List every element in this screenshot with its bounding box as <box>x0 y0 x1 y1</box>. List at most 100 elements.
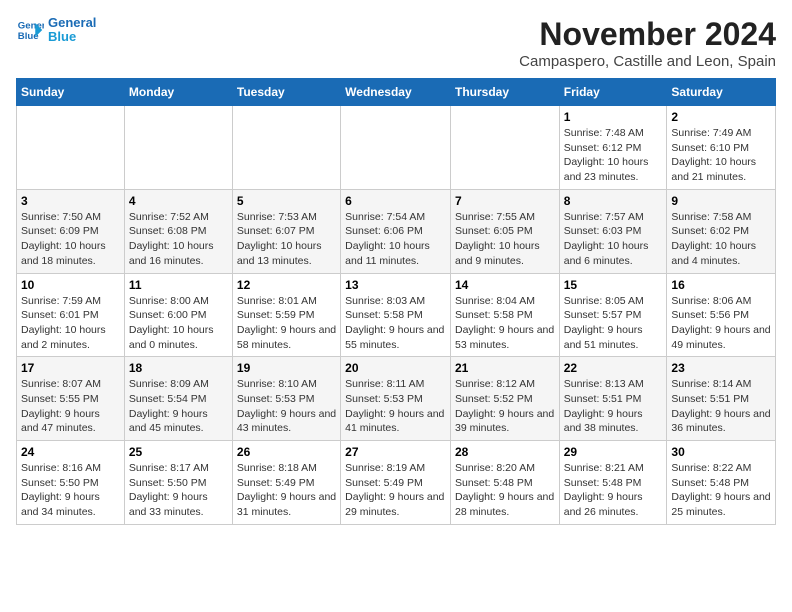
calendar-cell: 24 Sunrise: 8:16 AM Sunset: 5:50 PM Dayli… <box>17 441 125 525</box>
calendar-cell: 10Sunrise: 7:59 AM Sunset: 6:01 PM Dayli… <box>17 273 125 357</box>
day-info: Sunrise: 8:17 AM Sunset: 5:50 PM Dayligh… <box>129 462 209 518</box>
day-number: 2 <box>671 110 771 124</box>
calendar-cell: 9 Sunrise: 7:58 AM Sunset: 6:02 PM Daylig… <box>667 189 776 273</box>
day-info: Sunrise: 8:00 AM Sunset: 6:00 PM Dayligh… <box>129 295 214 351</box>
title-area: November 2024 Campaspero, Castille and L… <box>519 16 776 70</box>
day-info: Sunrise: 7:48 AM Sunset: 6:12 PM Dayligh… <box>564 127 649 183</box>
day-info: Sunrise: 8:06 AM Sunset: 5:56 PM Dayligh… <box>671 295 770 351</box>
calendar-cell: 25Sunrise: 8:17 AM Sunset: 5:50 PM Dayli… <box>124 441 232 525</box>
day-header-wednesday: Wednesday <box>341 79 451 106</box>
day-info: Sunrise: 8:19 AM Sunset: 5:49 PM Dayligh… <box>345 462 444 518</box>
calendar-cell: 3Sunrise: 7:50 AM Sunset: 6:09 PM Daylig… <box>17 189 125 273</box>
calendar-cell <box>124 106 232 190</box>
calendar-cell <box>450 106 559 190</box>
calendar-cell: 2Sunrise: 7:49 AM Sunset: 6:10 PM Daylig… <box>667 106 776 190</box>
calendar-week-row: 17 Sunrise: 8:07 AM Sunset: 5:55 PM Dayli… <box>17 357 776 441</box>
day-info: Sunrise: 8:10 AM Sunset: 5:53 PM Dayligh… <box>237 378 336 434</box>
day-info: Sunrise: 8:04 AM Sunset: 5:58 PM Dayligh… <box>455 295 554 351</box>
day-info: Sunrise: 8:05 AM Sunset: 5:57 PM Dayligh… <box>564 295 644 351</box>
calendar-cell: 29 Sunrise: 8:21 AM Sunset: 5:48 PM Dayli… <box>559 441 667 525</box>
day-header-sunday: Sunday <box>17 79 125 106</box>
calendar-cell: 30 Sunrise: 8:22 AM Sunset: 5:48 PM Dayli… <box>667 441 776 525</box>
calendar-cell: 20 Sunrise: 8:11 AM Sunset: 5:53 PM Dayli… <box>341 357 451 441</box>
day-number: 27 <box>345 445 446 459</box>
day-number: 5 <box>237 194 336 208</box>
day-info: Sunrise: 7:53 AM Sunset: 6:07 PM Dayligh… <box>237 211 322 267</box>
calendar-cell: 28 Sunrise: 8:20 AM Sunset: 5:48 PM Dayli… <box>450 441 559 525</box>
day-info: Sunrise: 8:11 AM Sunset: 5:53 PM Dayligh… <box>345 378 444 434</box>
calendar-header-row: SundayMondayTuesdayWednesdayThursdayFrid… <box>17 79 776 106</box>
day-info: Sunrise: 7:55 AM Sunset: 6:05 PM Dayligh… <box>455 211 540 267</box>
calendar-cell: 7 Sunrise: 7:55 AM Sunset: 6:05 PM Daylig… <box>450 189 559 273</box>
day-info: Sunrise: 8:21 AM Sunset: 5:48 PM Dayligh… <box>564 462 644 518</box>
calendar-cell: 16 Sunrise: 8:06 AM Sunset: 5:56 PM Dayli… <box>667 273 776 357</box>
calendar-cell: 21 Sunrise: 8:12 AM Sunset: 5:52 PM Dayli… <box>450 357 559 441</box>
calendar-week-row: 1Sunrise: 7:48 AM Sunset: 6:12 PM Daylig… <box>17 106 776 190</box>
day-info: Sunrise: 8:20 AM Sunset: 5:48 PM Dayligh… <box>455 462 554 518</box>
day-number: 10 <box>21 278 120 292</box>
page-title: November 2024 <box>519 16 776 53</box>
calendar-cell: 6 Sunrise: 7:54 AM Sunset: 6:06 PM Daylig… <box>341 189 451 273</box>
header: General Blue General Blue November 2024 … <box>16 16 776 70</box>
day-header-monday: Monday <box>124 79 232 106</box>
day-number: 8 <box>564 194 663 208</box>
logo-icon: General Blue <box>16 16 44 44</box>
calendar-cell: 22 Sunrise: 8:13 AM Sunset: 5:51 PM Dayli… <box>559 357 667 441</box>
calendar-week-row: 10Sunrise: 7:59 AM Sunset: 6:01 PM Dayli… <box>17 273 776 357</box>
day-info: Sunrise: 8:13 AM Sunset: 5:51 PM Dayligh… <box>564 378 644 434</box>
calendar-cell <box>17 106 125 190</box>
calendar-table: SundayMondayTuesdayWednesdayThursdayFrid… <box>16 78 776 525</box>
calendar-cell: 17 Sunrise: 8:07 AM Sunset: 5:55 PM Dayli… <box>17 357 125 441</box>
day-number: 14 <box>455 278 555 292</box>
calendar-cell <box>232 106 340 190</box>
day-number: 7 <box>455 194 555 208</box>
day-number: 28 <box>455 445 555 459</box>
day-info: Sunrise: 8:09 AM Sunset: 5:54 PM Dayligh… <box>129 378 209 434</box>
day-info: Sunrise: 8:03 AM Sunset: 5:58 PM Dayligh… <box>345 295 444 351</box>
day-number: 15 <box>564 278 663 292</box>
day-header-thursday: Thursday <box>450 79 559 106</box>
day-info: Sunrise: 7:54 AM Sunset: 6:06 PM Dayligh… <box>345 211 430 267</box>
day-number: 26 <box>237 445 336 459</box>
calendar-cell: 4Sunrise: 7:52 AM Sunset: 6:08 PM Daylig… <box>124 189 232 273</box>
day-number: 21 <box>455 361 555 375</box>
calendar-cell: 18Sunrise: 8:09 AM Sunset: 5:54 PM Dayli… <box>124 357 232 441</box>
page-subtitle: Campaspero, Castille and Leon, Spain <box>519 53 776 70</box>
day-info: Sunrise: 8:18 AM Sunset: 5:49 PM Dayligh… <box>237 462 336 518</box>
calendar-cell: 15 Sunrise: 8:05 AM Sunset: 5:57 PM Dayli… <box>559 273 667 357</box>
calendar-cell: 11 Sunrise: 8:00 AM Sunset: 6:00 PM Dayli… <box>124 273 232 357</box>
day-info: Sunrise: 8:01 AM Sunset: 5:59 PM Dayligh… <box>237 295 336 351</box>
calendar-body: 1Sunrise: 7:48 AM Sunset: 6:12 PM Daylig… <box>17 106 776 525</box>
day-header-tuesday: Tuesday <box>232 79 340 106</box>
day-number: 30 <box>671 445 771 459</box>
day-info: Sunrise: 7:52 AM Sunset: 6:08 PM Dayligh… <box>129 211 214 267</box>
day-info: Sunrise: 8:12 AM Sunset: 5:52 PM Dayligh… <box>455 378 554 434</box>
day-number: 16 <box>671 278 771 292</box>
day-info: Sunrise: 8:14 AM Sunset: 5:51 PM Dayligh… <box>671 378 770 434</box>
day-info: Sunrise: 8:07 AM Sunset: 5:55 PM Dayligh… <box>21 378 101 434</box>
day-number: 9 <box>671 194 771 208</box>
logo-text-line2: Blue <box>48 30 96 44</box>
calendar-cell: 13Sunrise: 8:03 AM Sunset: 5:58 PM Dayli… <box>341 273 451 357</box>
calendar-cell: 19 Sunrise: 8:10 AM Sunset: 5:53 PM Dayli… <box>232 357 340 441</box>
day-number: 3 <box>21 194 120 208</box>
day-number: 11 <box>129 278 228 292</box>
day-number: 22 <box>564 361 663 375</box>
day-number: 17 <box>21 361 120 375</box>
day-number: 29 <box>564 445 663 459</box>
calendar-cell <box>341 106 451 190</box>
day-info: Sunrise: 8:16 AM Sunset: 5:50 PM Dayligh… <box>21 462 101 518</box>
calendar-cell: 8Sunrise: 7:57 AM Sunset: 6:03 PM Daylig… <box>559 189 667 273</box>
day-number: 24 <box>21 445 120 459</box>
day-header-saturday: Saturday <box>667 79 776 106</box>
day-number: 20 <box>345 361 446 375</box>
day-number: 12 <box>237 278 336 292</box>
calendar-cell: 27 Sunrise: 8:19 AM Sunset: 5:49 PM Dayli… <box>341 441 451 525</box>
day-header-friday: Friday <box>559 79 667 106</box>
day-info: Sunrise: 8:22 AM Sunset: 5:48 PM Dayligh… <box>671 462 770 518</box>
day-number: 6 <box>345 194 446 208</box>
day-number: 19 <box>237 361 336 375</box>
calendar-cell: 1Sunrise: 7:48 AM Sunset: 6:12 PM Daylig… <box>559 106 667 190</box>
logo-text-line1: General <box>48 16 96 30</box>
day-info: Sunrise: 7:58 AM Sunset: 6:02 PM Dayligh… <box>671 211 756 267</box>
